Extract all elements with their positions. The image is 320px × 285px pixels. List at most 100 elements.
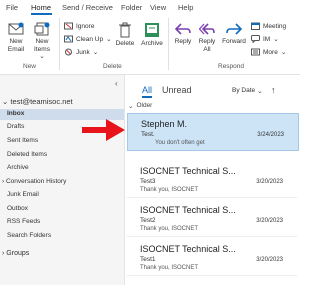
junk-label: Junk xyxy=(76,48,90,56)
more-label: More xyxy=(263,48,278,56)
new-email-label: New Email xyxy=(7,38,25,53)
chevron-right-icon: › xyxy=(2,250,5,257)
archive-icon xyxy=(145,23,159,37)
folder-deleted-items[interactable]: Deleted Items xyxy=(7,151,47,158)
clean-up-icon xyxy=(64,35,73,43)
section-header-older[interactable]: ⌄ Older xyxy=(128,102,152,110)
new-email-button[interactable]: New Email xyxy=(3,22,29,53)
message-item[interactable]: ISOCNET Technical S... Test3 3/20/2023 T… xyxy=(127,161,297,198)
ribbon-tab-bar: File Home Send / Receive Folder View Hel… xyxy=(0,0,300,16)
junk-button[interactable]: Junk ⌄ xyxy=(64,47,98,57)
message-date: 3/20/2023 xyxy=(256,179,283,185)
message-preview: You don't often get xyxy=(155,140,205,146)
folder-label: Inbox xyxy=(7,110,25,117)
message-subject: Test1 xyxy=(140,256,156,263)
folder-sent-items[interactable]: Sent Items xyxy=(7,137,38,144)
folder-conversation-history[interactable]: › Conversation History xyxy=(2,178,66,185)
collapse-pane-icon[interactable]: ‹ xyxy=(115,79,118,88)
sort-dropdown[interactable]: By Date ⌄ xyxy=(232,87,263,95)
tab-home[interactable]: Home xyxy=(31,3,51,12)
message-item[interactable]: ISOCNET Technical S... Test1 3/20/2023 T… xyxy=(127,239,297,276)
ribbon: New Email New Items ⌄ Ignore Clean Up ⌄ … xyxy=(0,16,300,75)
message-date: 3/20/2023 xyxy=(256,218,283,224)
folder-search-folders[interactable]: Search Folders xyxy=(7,232,51,239)
more-button[interactable]: More ⌄ xyxy=(251,47,286,57)
tab-help[interactable]: Help xyxy=(178,3,193,12)
message-preview: Thank you, ISOCNET xyxy=(140,265,199,271)
more-respond-icon xyxy=(251,48,260,56)
reply-all-button[interactable]: Reply All xyxy=(196,22,218,53)
calendar-icon xyxy=(251,22,260,30)
folder-pane: ‹ ⌄ test@teamisoc.net Inbox Drafts Sent … xyxy=(0,75,125,285)
archive-button[interactable]: Archive xyxy=(139,22,165,48)
folder-junk-email[interactable]: Junk Email xyxy=(7,191,39,198)
group-label-respond: Respond xyxy=(218,63,245,70)
folder-drafts[interactable]: Drafts xyxy=(7,123,24,130)
sort-direction-arrow-icon[interactable]: ↑ xyxy=(271,85,276,95)
message-item[interactable]: Stephen M. Test. 3/24/2023 You don't oft… xyxy=(127,113,299,151)
chevron-down-icon: ⌄ xyxy=(273,36,279,43)
delete-label: Delete xyxy=(115,40,135,47)
ribbon-separator xyxy=(59,18,60,70)
account-name: test@teamisoc.net xyxy=(10,97,73,106)
message-sender: ISOCNET Technical S... xyxy=(140,205,236,215)
new-items-button[interactable]: New Items ⌄ xyxy=(30,22,54,61)
reply-button[interactable]: Reply xyxy=(172,22,194,46)
group-label-delete: Delete xyxy=(103,63,122,70)
section-label: Older xyxy=(136,102,153,109)
im-label: IM xyxy=(263,35,271,43)
groups-label: Groups xyxy=(6,250,30,257)
filter-active-indicator xyxy=(142,96,152,98)
meeting-label: Meeting xyxy=(263,22,287,30)
chevron-down-icon: ⌄ xyxy=(280,49,287,56)
message-item[interactable]: ISOCNET Technical S... Test2 3/20/2023 T… xyxy=(127,200,297,237)
tab-file[interactable]: File xyxy=(6,3,18,12)
delete-button[interactable]: Delete xyxy=(114,22,136,48)
new-items-icon xyxy=(34,22,50,36)
chevron-down-icon: ⌄ xyxy=(106,36,112,43)
message-sender: Stephen M. xyxy=(141,119,188,129)
message-preview: Thank you, ISOCNET xyxy=(140,226,199,232)
message-sender: ISOCNET Technical S... xyxy=(140,166,236,176)
reply-all-icon xyxy=(199,23,215,35)
message-date: 3/20/2023 xyxy=(256,257,283,263)
forward-button[interactable]: Forward xyxy=(220,22,248,46)
ribbon-separator xyxy=(168,18,169,70)
tab-folder[interactable]: Folder xyxy=(121,3,142,12)
meeting-button[interactable]: Meeting xyxy=(251,21,286,31)
message-subject: Test3 xyxy=(140,178,156,185)
archive-label: Archive xyxy=(141,40,163,47)
message-list-pane: All Unread By Date ⌄ ↑ ⌄ Older Stephen M… xyxy=(125,75,300,285)
forward-icon xyxy=(226,23,242,35)
reply-all-label: Reply All xyxy=(198,38,216,53)
annotation-arrow-icon xyxy=(82,119,125,141)
junk-icon xyxy=(65,48,72,56)
message-subject: Test2 xyxy=(140,217,156,224)
filter-all-tab[interactable]: All xyxy=(142,85,152,95)
ignore-icon xyxy=(64,22,73,30)
chat-icon xyxy=(251,35,260,43)
trash-icon xyxy=(119,22,131,38)
account-header[interactable]: ⌄ test@teamisoc.net xyxy=(2,97,73,106)
reply-label: Reply xyxy=(174,38,192,45)
groups-header[interactable]: › Groups xyxy=(2,250,29,257)
sort-label: By Date xyxy=(232,87,256,94)
filter-unread-tab[interactable]: Unread xyxy=(162,85,192,95)
folder-rss-feeds[interactable]: RSS Feeds xyxy=(7,218,40,225)
folder-archive[interactable]: Archive xyxy=(7,164,29,171)
folder-outbox[interactable]: Outbox xyxy=(7,205,28,212)
im-button[interactable]: IM ⌄ xyxy=(251,34,279,44)
message-sender: ISOCNET Technical S... xyxy=(140,244,236,254)
chevron-down-icon: ⌄ xyxy=(2,97,9,106)
clean-up-label: Clean Up xyxy=(76,35,104,43)
ignore-label: Ignore xyxy=(76,22,95,30)
message-preview: Thank you, ISOCNET xyxy=(140,187,199,193)
ignore-button[interactable]: Ignore xyxy=(64,21,94,31)
tab-view[interactable]: View xyxy=(150,3,166,12)
chevron-down-icon: ⌄ xyxy=(128,103,134,110)
forward-label: Forward xyxy=(222,38,246,45)
new-items-label: New Items xyxy=(34,38,50,53)
chevron-right-icon: › xyxy=(2,178,5,185)
tab-send-receive[interactable]: Send / Receive xyxy=(62,3,113,12)
clean-up-button[interactable]: Clean Up ⌄ xyxy=(64,34,112,44)
